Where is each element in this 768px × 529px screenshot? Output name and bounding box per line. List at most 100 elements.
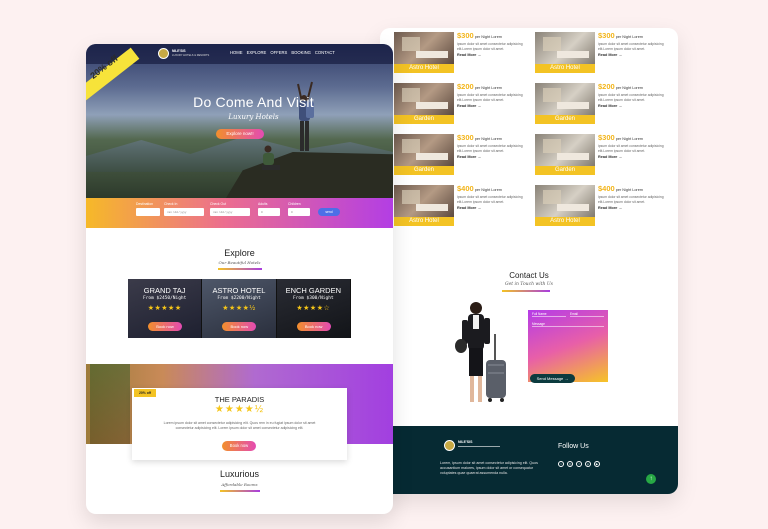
footer-brand-divider [458,446,500,447]
room-price-line: $200 per Night Lorem [457,83,523,92]
nav-item-offers[interactable]: OFFERS [270,50,287,55]
luxurious-divider [220,490,260,492]
read-more-link[interactable]: Read More → [457,104,523,108]
room-listing: Astro Hotel $400 per Night Lorem ipsum dol… [394,185,523,226]
message-field[interactable]: Message [532,322,604,327]
room-image[interactable]: Astro Hotel [535,32,595,73]
website-mockup-home: NILE'SIS LUXURY HOTELS & RESORTS HOME EXP… [86,44,393,514]
nav-item-booking[interactable]: BOOKING [291,50,311,55]
hotel-rating-stars: ★★★★★ [147,305,182,312]
explore-subtitle: Our Beautiful Hotels [218,260,261,265]
search-field-input[interactable] [136,208,160,216]
booking-search-bar: send Destination Check In mm / dd / yyyy Ch… [86,198,393,228]
read-more-link[interactable]: Read More → [457,53,523,57]
read-more-link[interactable]: Read More → [598,53,664,57]
room-bed [416,102,448,109]
room-price: $300 [457,133,474,142]
room-description: ipsum dolor sit amet consectetur adipisi… [457,144,523,153]
promo-rating-stars: ★★★★½ [214,404,265,415]
explore-now-button[interactable]: Explore now!! [216,129,264,139]
room-image[interactable]: Astro Hotel [394,32,454,73]
search-field-input[interactable]: mm / dd / yyyy [164,208,204,216]
hotel-card[interactable]: ENCH GARDEN From $300/Night ★★★★☆ Book now [276,279,351,338]
search-field-input[interactable]: mm / dd / yyyy [210,208,250,216]
room-window [402,139,420,153]
room-price-line: $300 per Night Lorem [457,134,523,143]
room-window [543,88,561,102]
room-price-unit: per Night Lorem [615,188,643,192]
room-window [543,139,561,153]
room-bed [416,153,448,160]
book-now-button[interactable]: Book now [148,322,182,331]
read-more-link[interactable]: Read More → [598,155,664,159]
read-more-link[interactable]: Read More → [457,206,523,210]
book-now-button[interactable]: Book now [296,322,331,331]
search-field-destination: Destination [136,202,160,216]
hero-title: Do Come And Visit [193,94,314,110]
full-name-field[interactable]: Full Name [532,312,566,317]
room-price-line: $400 per Night Lorem [598,185,664,194]
room-price: $400 [598,184,615,193]
room-hotel-tag: Astro Hotel [394,64,454,73]
room-price-line: $300 per Night Lorem [598,134,664,143]
room-description: ipsum dolor sit amet consectetur adipisi… [598,42,664,51]
twitter-icon[interactable]: t [558,461,564,467]
hotel-card[interactable]: GRAND TAJ From $2450/Night ★★★★★ Book now [128,279,203,338]
promo-description: Lorem ipsum dolor sit amet consectetur a… [163,421,316,430]
scroll-top-icon[interactable]: ↑ [646,474,656,484]
room-image[interactable]: Garden [394,83,454,124]
room-image[interactable]: Garden [394,134,454,175]
room-price: $300 [598,31,615,40]
pinterest-icon[interactable]: p [585,461,591,467]
search-field-input[interactable]: 0 [258,208,280,216]
room-listing: Garden $300 per Night Lorem ipsum dolor si… [394,134,523,175]
search-send-button[interactable]: send [318,208,340,216]
hotel-card[interactable]: ASTRO HOTEL From $2200/Night ★★★★½ Book now [202,279,277,338]
read-more-link[interactable]: Read More → [598,104,664,108]
nav-item-home[interactable]: HOME [230,50,243,55]
read-more-link[interactable]: Read More → [598,206,664,210]
promo-book-now-button[interactable]: Book now [222,441,256,451]
room-listing: Garden $200 per Night Lorem ipsum dolor si… [535,83,664,124]
room-price: $200 [457,82,474,91]
room-image[interactable]: Astro Hotel [394,185,454,226]
send-message-button[interactable]: Send Message → [530,374,575,383]
search-field-label: Children [288,202,301,206]
room-image[interactable]: Garden [535,134,595,175]
search-field-label: Destination [136,202,153,206]
youtube-icon[interactable]: ▶ [594,461,600,467]
room-price-unit: per Night Lorem [474,86,502,90]
footer-logo-icon [444,440,455,451]
facebook-icon[interactable]: f [576,461,582,467]
book-now-button[interactable]: Book now [222,322,257,331]
room-bed [557,51,589,58]
hero-section: NILE'SIS LUXURY HOTELS & RESORTS HOME EXP… [86,44,393,198]
nav-item-contact[interactable]: CONTACT [315,50,335,55]
hotel-rating-stars: ★★★★½ [222,305,256,312]
search-field-adults: Adults 0 [258,202,280,216]
contact-form: Full Name Email Message [528,310,608,382]
nav-item-explore[interactable]: EXPLORE [247,50,267,55]
brand-tagline: LUXURY HOTELS & RESORTS [172,54,210,57]
read-more-link[interactable]: Read More → [457,155,523,159]
room-description: ipsum dolor sit amet consectetur adipisi… [457,195,523,204]
brand-name[interactable]: NILE'SIS [172,49,186,53]
rooms-grid: Astro Hotel $300 per Night Lorem ipsum dol… [394,32,664,226]
instagram-icon[interactable]: ◎ [567,461,573,467]
room-image[interactable]: Astro Hotel [535,185,595,226]
nav-menu: HOME EXPLORE OFFERS BOOKING CONTACT [230,50,335,55]
room-price-line: $300 per Night Lorem [457,32,523,41]
room-hotel-tag: Garden [394,166,454,175]
room-image[interactable]: Garden [535,83,595,124]
email-field[interactable]: Email [570,312,604,317]
brand-logo-icon[interactable] [158,48,169,59]
room-window [402,88,420,102]
room-hotel-tag: Astro Hotel [535,217,595,226]
search-field-input[interactable]: 0 [288,208,310,216]
room-info: $400 per Night Lorem ipsum dolor sit amet… [454,185,523,226]
room-bed [557,204,589,211]
search-field-label: Check Out [210,202,227,206]
room-hotel-tag: Garden [535,166,595,175]
room-price-unit: per Night Lorem [474,137,502,141]
follow-us-title: Follow Us [558,443,589,450]
